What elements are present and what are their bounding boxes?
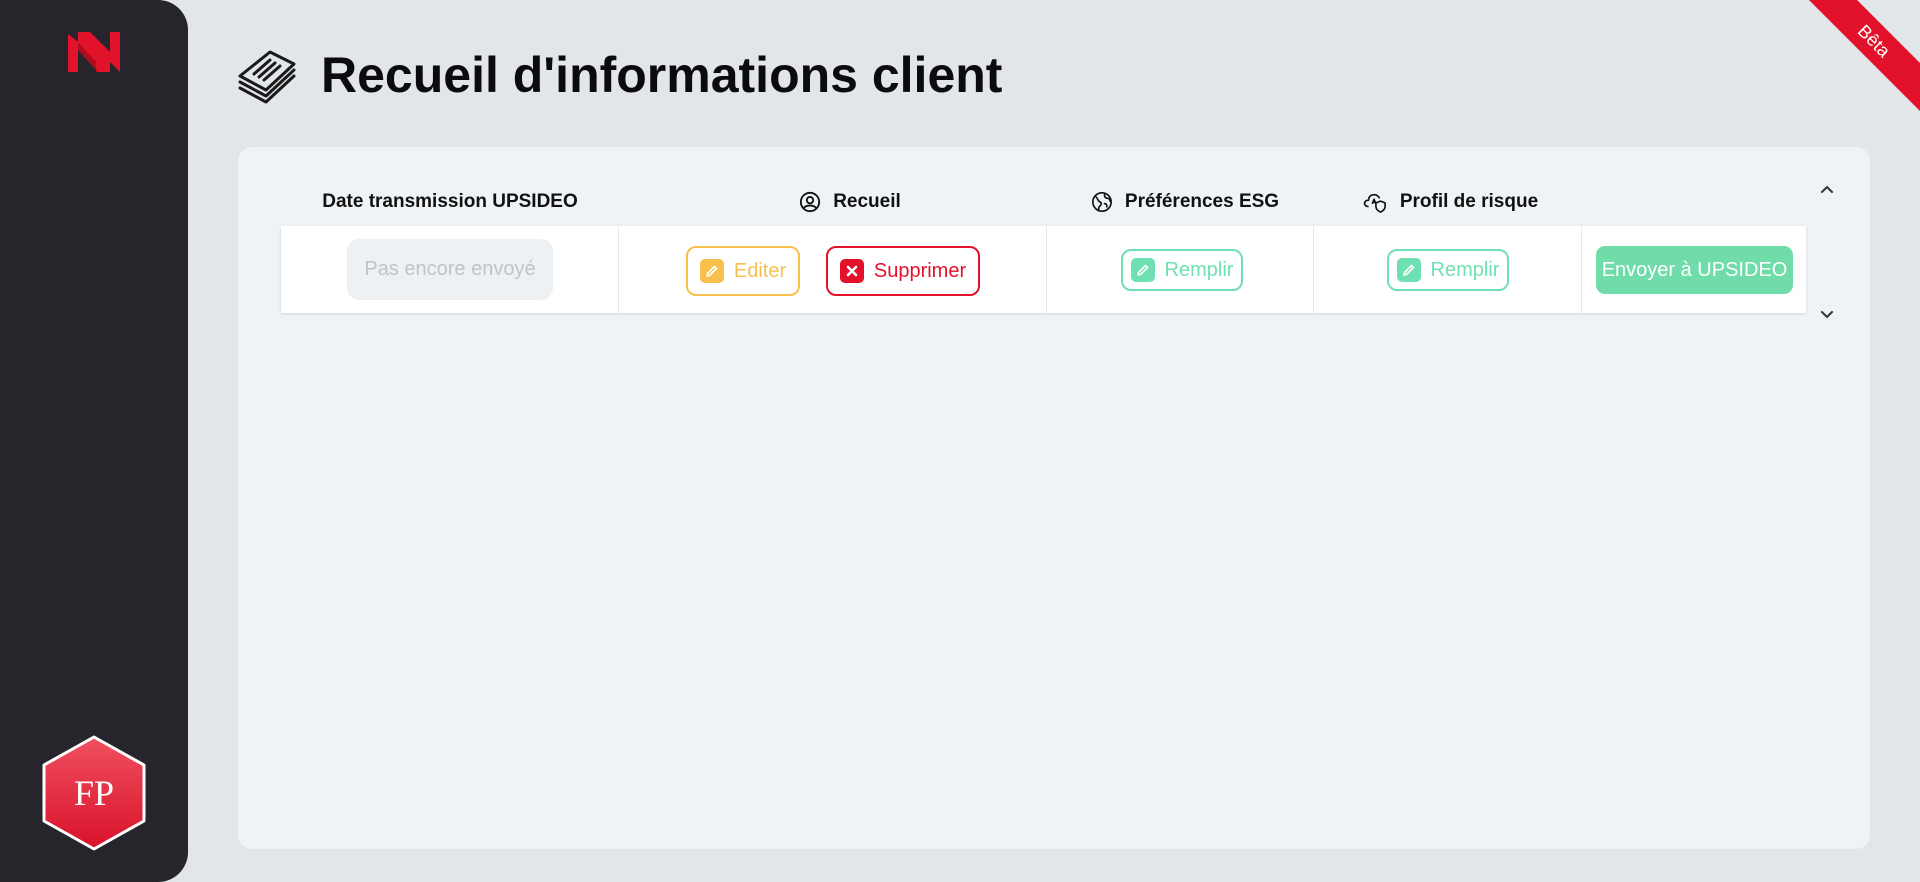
close-icon xyxy=(839,259,864,283)
delete-button-label: Supprimer xyxy=(873,259,967,282)
column-header-recueil-label: Recueil xyxy=(833,191,901,212)
page-title: Recueil d'informations client xyxy=(321,47,1003,103)
sidebar: FP xyxy=(0,0,188,882)
column-header-esg: Préférences ESG xyxy=(1070,190,1300,214)
transmission-status-badge: Pas encore envoyé xyxy=(347,239,553,300)
esg-fill-button[interactable]: Remplir xyxy=(1121,249,1243,291)
beta-ribbon-label: Bêta xyxy=(1800,0,1920,117)
column-header-esg-label: Préférences ESG xyxy=(1124,191,1280,212)
scroll-down-icon[interactable] xyxy=(1818,306,1836,324)
globe-icon xyxy=(1091,192,1112,212)
user-circle-icon xyxy=(800,191,821,213)
edit-button-label: Editer xyxy=(733,259,787,282)
cell-divider xyxy=(1046,226,1047,313)
column-header-date: Date transmission UPSIDEO xyxy=(300,190,600,214)
risk-fill-button[interactable]: Remplir xyxy=(1387,249,1509,291)
risk-fill-button-label: Remplir xyxy=(1430,258,1500,281)
column-header-risk: Profil de risque xyxy=(1340,190,1560,214)
column-header-date-label: Date transmission UPSIDEO xyxy=(322,191,578,212)
cloud-shield-icon xyxy=(1363,193,1386,213)
column-header-recueil: Recueil xyxy=(770,190,930,214)
scroll-up-icon[interactable] xyxy=(1818,180,1836,198)
beta-ribbon: Bêta xyxy=(1800,0,1920,120)
n-logo-icon[interactable] xyxy=(66,28,122,76)
pencil-icon xyxy=(699,259,724,283)
cell-divider xyxy=(1313,226,1314,313)
user-avatar[interactable]: FP xyxy=(40,734,148,852)
avatar-initials: FP xyxy=(73,773,115,813)
send-to-upsideo-button[interactable]: Envoyer à UPSIDEO xyxy=(1596,246,1793,294)
cell-divider xyxy=(1581,226,1582,313)
column-header-risk-label: Profil de risque xyxy=(1399,191,1539,212)
pencil-icon xyxy=(1130,258,1155,282)
esg-fill-button-label: Remplir xyxy=(1164,258,1234,281)
edit-button[interactable]: Editer xyxy=(686,246,800,296)
cell-divider xyxy=(618,226,619,313)
table-row: Pas encore envoyé Editer Supprimer Rempl… xyxy=(281,226,1806,313)
pencil-icon xyxy=(1396,258,1421,282)
delete-button[interactable]: Supprimer xyxy=(826,246,980,296)
stacked-documents-icon xyxy=(238,50,296,104)
